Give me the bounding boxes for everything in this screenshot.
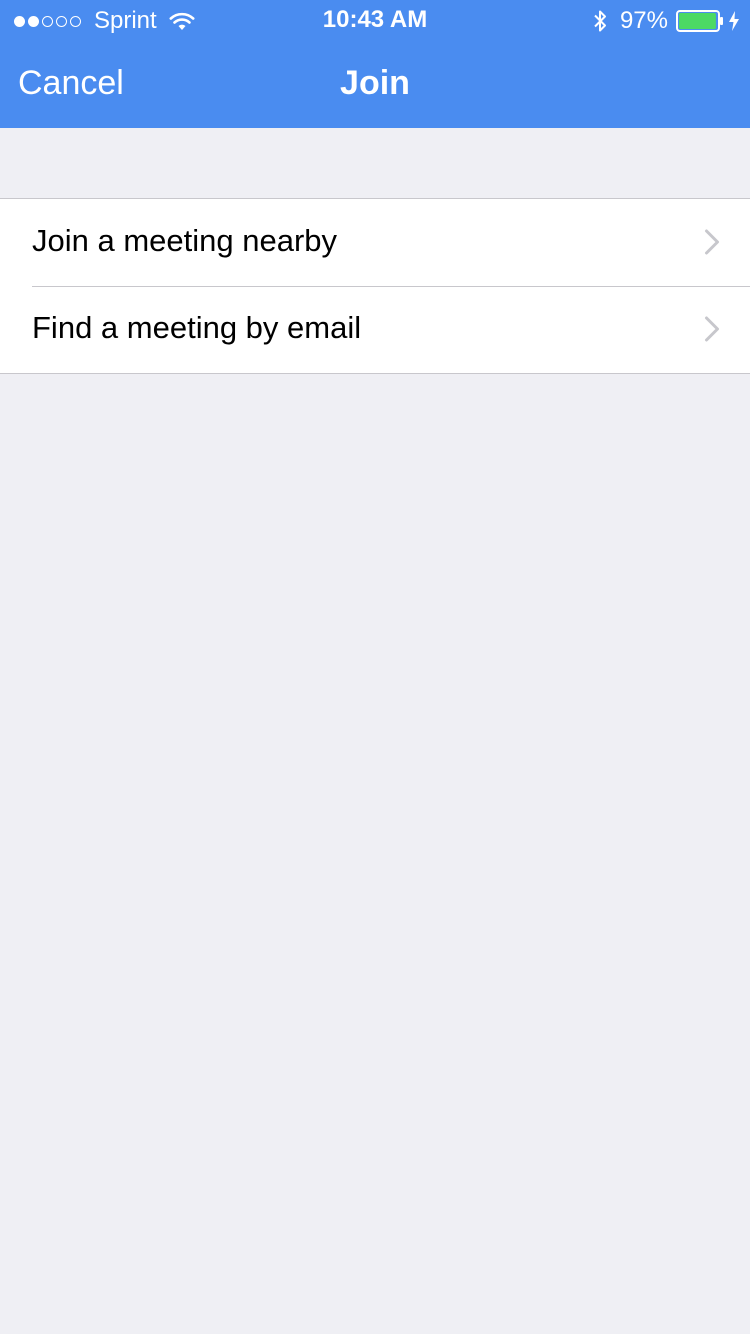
status-bar: Sprint 10:43 AM 97% (0, 0, 750, 40)
charging-bolt-icon (729, 11, 739, 31)
page-title: Join (340, 64, 410, 102)
battery-icon (676, 10, 723, 32)
list-item-label: Join a meeting nearby (32, 223, 338, 258)
status-right: 97% (592, 7, 740, 35)
bluetooth-icon (594, 10, 606, 32)
chevron-right-icon (705, 229, 719, 255)
options-list: Join a meeting nearby Find a meeting by … (0, 198, 750, 374)
list-item-label: Find a meeting by email (32, 310, 362, 345)
join-meeting-nearby-row[interactable]: Join a meeting nearby (0, 199, 750, 286)
chevron-right-icon (705, 316, 719, 342)
battery-percentage: 97% (619, 7, 668, 34)
navigation-bar: Cancel Join (0, 40, 750, 128)
top-bar: Sprint 10:43 AM 97% Cancel Join (0, 0, 750, 128)
find-meeting-by-email-row[interactable]: Find a meeting by email (0, 286, 750, 373)
